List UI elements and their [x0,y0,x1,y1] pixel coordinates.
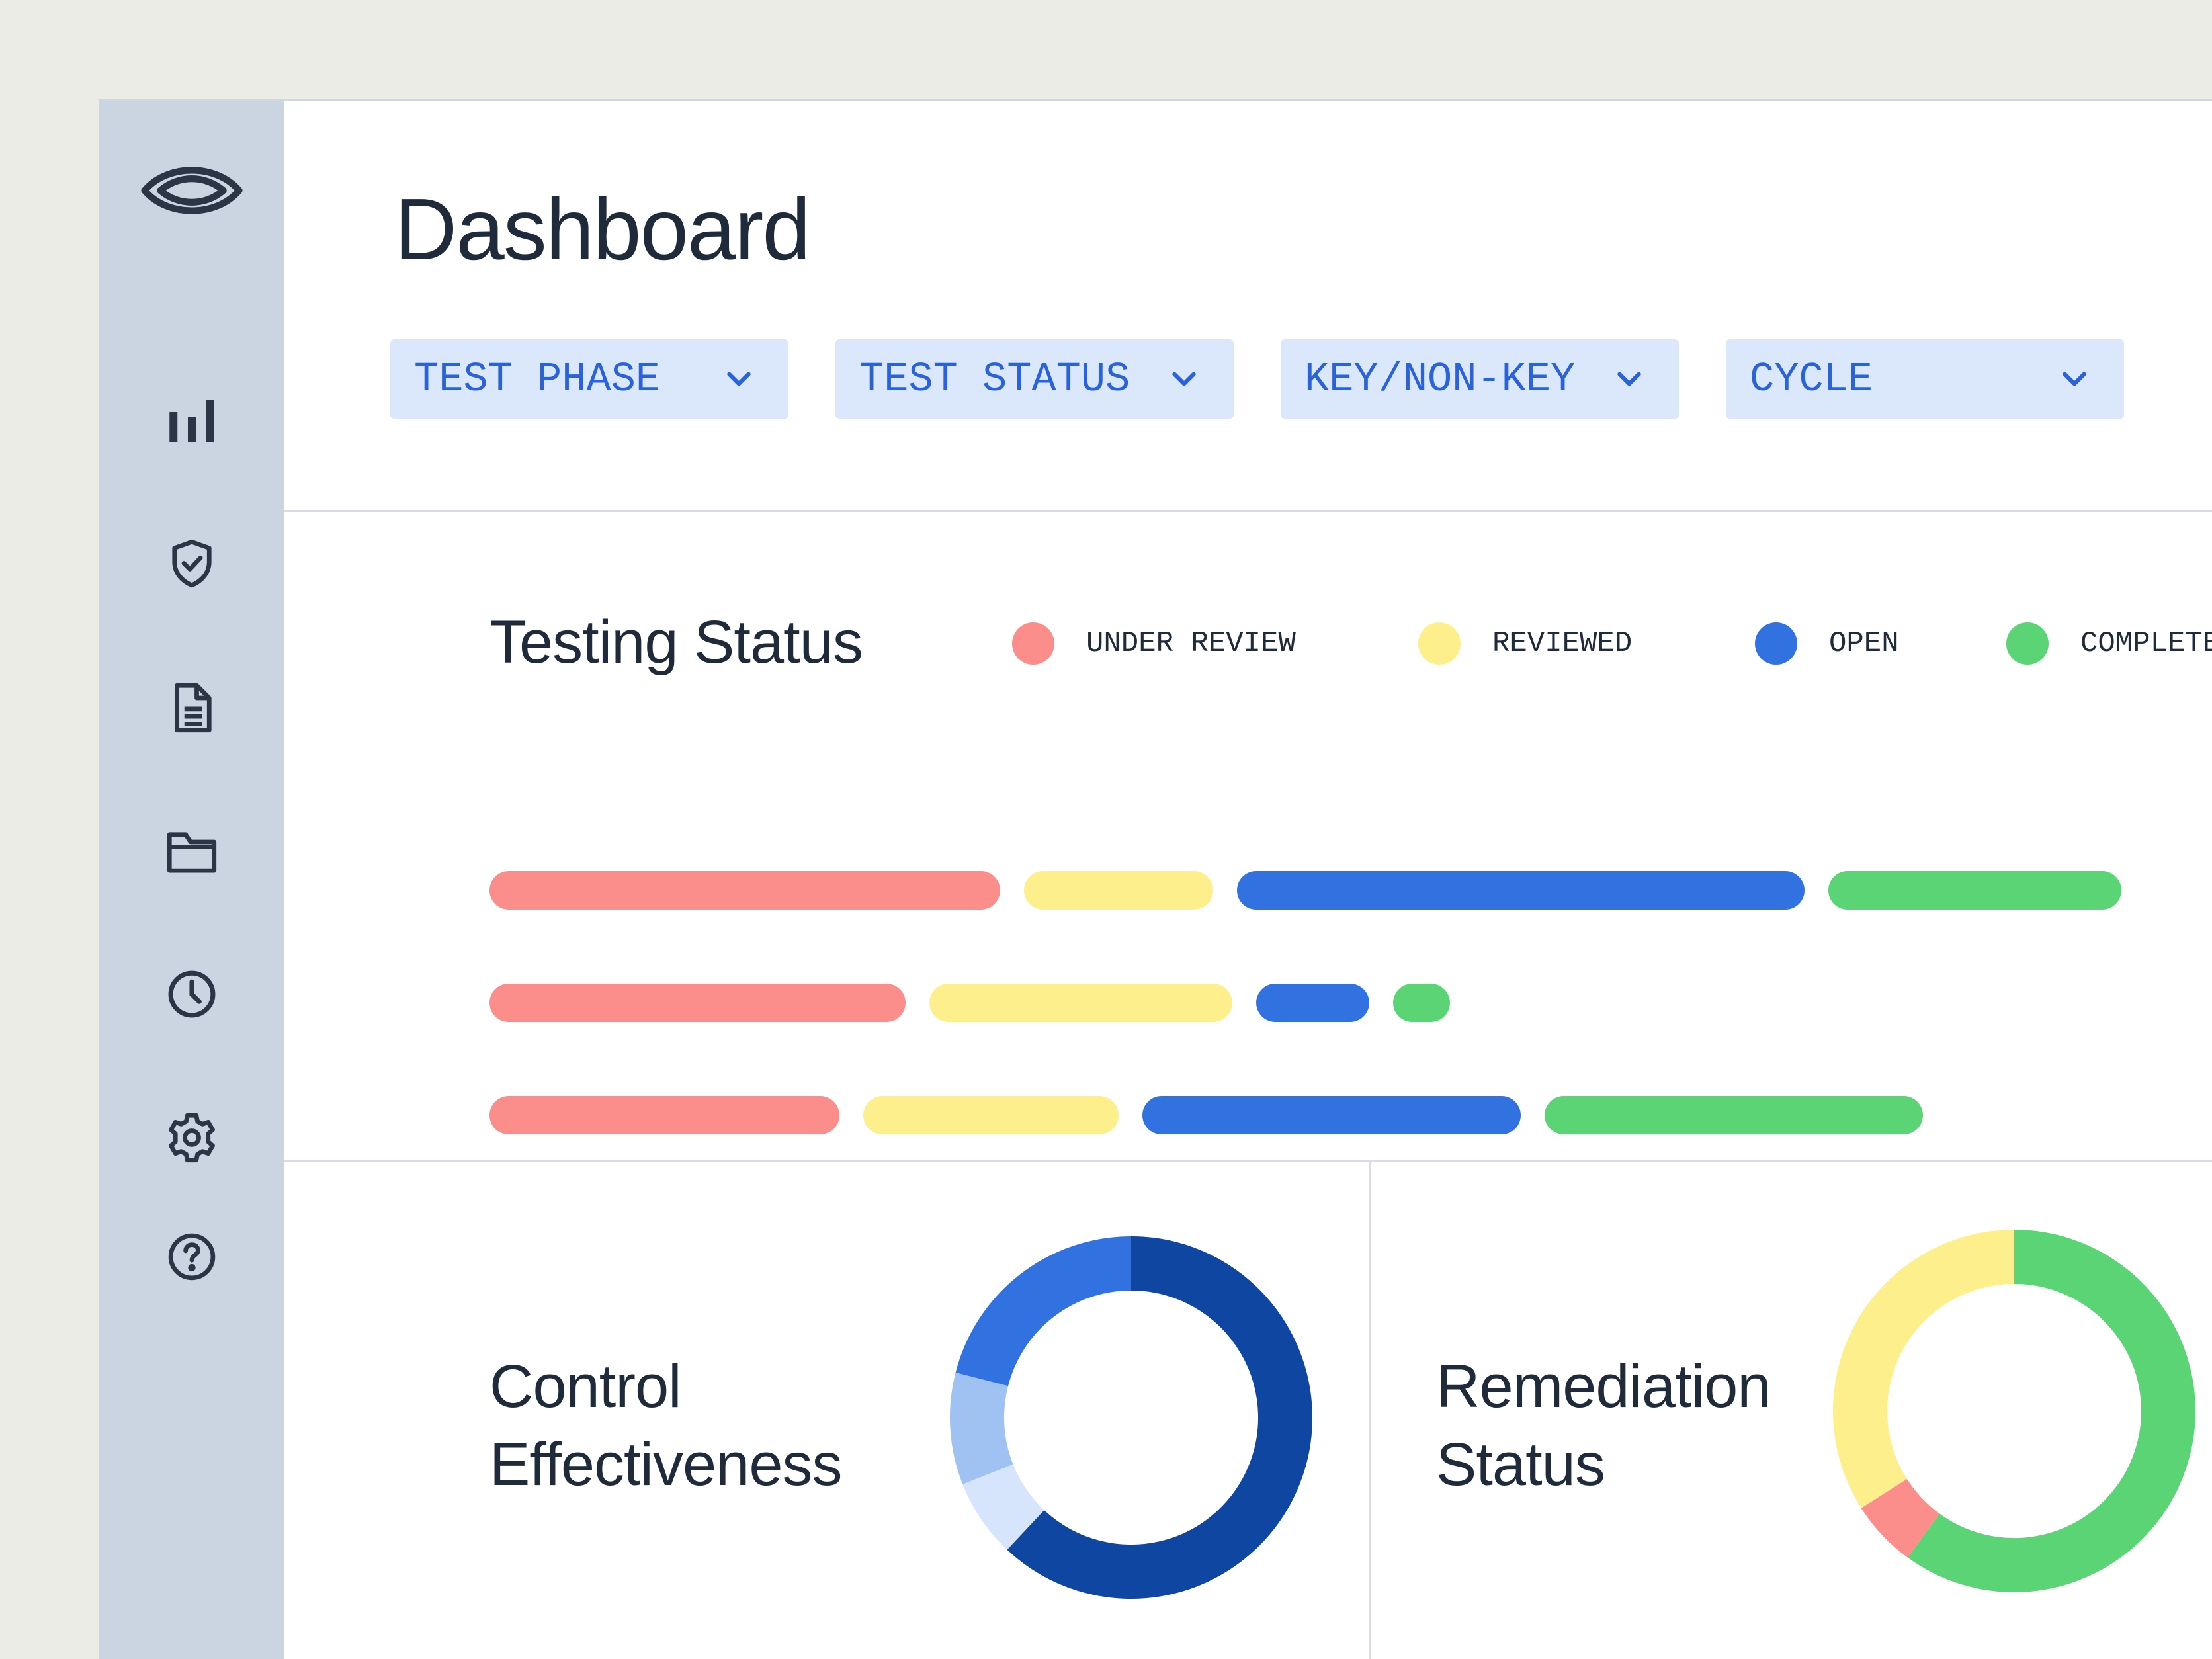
legend-label: COMPLETE [2080,627,2212,660]
legend-dot [1418,622,1461,665]
title-line: Remediation [1436,1353,1771,1420]
filter-label: CYCLE [1750,355,1873,403]
chevron-down-icon [2063,372,2086,386]
bar-reviewed [863,1096,1119,1134]
divider [1369,1160,1371,1659]
bar-under-review [489,871,1001,910]
donut-slice [950,1372,1013,1484]
legend-dot [1755,622,1797,665]
legend-dot [1012,622,1054,665]
clock-icon[interactable] [99,958,284,1031]
legend-label: UNDER REVIEW [1086,627,1296,660]
donut-slice [1833,1230,2015,1508]
remediation-status-donut [1833,1230,2195,1592]
shield-check-icon[interactable] [99,528,284,601]
donut-slice [962,1463,1045,1550]
donut-slice [955,1236,1132,1387]
filter-test-phase[interactable]: TEST PHASE [390,339,788,419]
title-line: Control [489,1353,682,1420]
filter-key-non-key[interactable]: KEY/NON-KEY [1281,339,1679,419]
legend-dot [2006,622,2049,665]
gear-icon[interactable] [99,1101,284,1174]
bar-complete [1393,984,1451,1022]
section-title-testing-status: Testing Status [489,609,863,676]
bar-under-review [489,984,906,1022]
control-effectiveness-donut [950,1236,1312,1599]
bar-reviewed [929,984,1232,1022]
filter-test-status[interactable]: TEST STATUS [835,339,1234,419]
bar-complete [1545,1096,1924,1134]
donut-slice [1861,1478,1940,1558]
chevron-down-icon [727,372,751,386]
section-title-remediation-status: Remediation Status [1436,1348,1771,1504]
legend-complete: COMPLETE [2006,622,2212,665]
app-window: Dashboard TEST PHASE TEST STATUS KEY/NON… [99,99,2212,1659]
bar-chart-icon[interactable] [99,386,284,458]
page-title: Dashboard [394,181,811,278]
divider [284,510,2212,512]
filter-cycle[interactable]: CYCLE [1726,339,2124,419]
main-content: Dashboard TEST PHASE TEST STATUS KEY/NON… [284,101,2212,1659]
filter-label: TEST PHASE [414,355,661,403]
bar-open [1237,871,1805,910]
bar-complete [1828,871,2122,910]
logo-icon[interactable] [99,141,284,240]
section-title-control-effectiveness: Control Effectiveness [489,1348,842,1504]
bar-reviewed [1024,871,1214,910]
divider [284,1160,2212,1162]
legend-label: REVIEWED [1492,627,1633,660]
title-line: Effectiveness [489,1430,842,1498]
chevron-down-icon [1172,372,1196,386]
donut-slice [1007,1236,1312,1599]
document-icon[interactable] [99,671,284,744]
sidebar [99,101,284,1659]
donut-slice [1908,1230,2195,1592]
bar-under-review [489,1096,840,1134]
legend-reviewed: REVIEWED [1418,622,1632,665]
bar-open [1255,984,1370,1022]
help-icon[interactable] [99,1220,284,1293]
bar-open [1142,1096,1521,1134]
legend-label: OPEN [1829,627,1899,660]
folder-icon[interactable] [99,816,284,888]
chevron-down-icon [1617,372,1641,386]
title-line: Status [1436,1430,1605,1498]
filter-label: KEY/NON-KEY [1304,355,1576,403]
legend-open: OPEN [1755,622,1899,665]
legend-under-review: UNDER REVIEW [1012,622,1296,665]
filter-label: TEST STATUS [859,355,1130,403]
